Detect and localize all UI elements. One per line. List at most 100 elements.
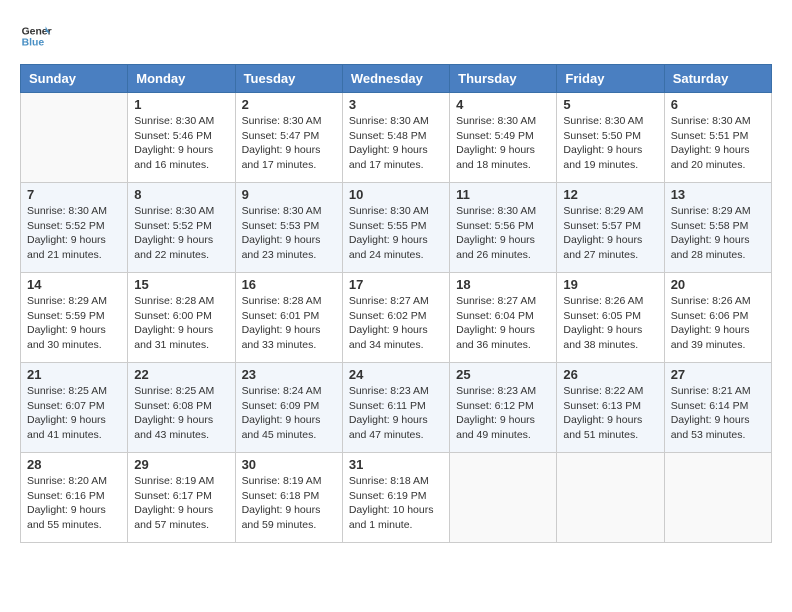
calendar-cell: 5Sunrise: 8:30 AM Sunset: 5:50 PM Daylig…	[557, 93, 664, 183]
calendar-cell: 6 Sunrise: 8:30 AM Sunset: 5:51 PM Daylig…	[664, 93, 771, 183]
calendar-cell: 10Sunrise: 8:30 AM Sunset: 5:55 PM Dayli…	[342, 183, 449, 273]
day-info: Sunrise: 8:30 AM Sunset: 5:53 PM Dayligh…	[242, 204, 336, 263]
calendar-cell: 26 Sunrise: 8:22 AM Sunset: 6:13 PM Dayli…	[557, 363, 664, 453]
day-info: Sunrise: 8:30 AM Sunset: 5:49 PM Dayligh…	[456, 114, 550, 173]
day-info: Sunrise: 8:25 AM Sunset: 6:07 PM Dayligh…	[27, 384, 121, 443]
day-info: Sunrise: 8:30 AM Sunset: 5:52 PM Dayligh…	[27, 204, 121, 263]
calendar-table: SundayMondayTuesdayWednesdayThursdayFrid…	[20, 64, 772, 543]
calendar-cell: 13 Sunrise: 8:29 AM Sunset: 5:58 PM Dayli…	[664, 183, 771, 273]
calendar-cell: 31 Sunrise: 8:18 AM Sunset: 6:19 PM Dayli…	[342, 453, 449, 543]
calendar-row: 7 Sunrise: 8:30 AM Sunset: 5:52 PM Daylig…	[21, 183, 772, 273]
calendar-cell: 9Sunrise: 8:30 AM Sunset: 5:53 PM Daylig…	[235, 183, 342, 273]
calendar-cell	[557, 453, 664, 543]
day-number: 15	[134, 277, 228, 292]
header-day: Saturday	[664, 65, 771, 93]
header-day: Monday	[128, 65, 235, 93]
day-info: Sunrise: 8:24 AM Sunset: 6:09 PM Dayligh…	[242, 384, 336, 443]
day-info: Sunrise: 8:29 AM Sunset: 5:57 PM Dayligh…	[563, 204, 657, 263]
calendar-cell: 18 Sunrise: 8:27 AM Sunset: 6:04 PM Dayli…	[450, 273, 557, 363]
day-info: Sunrise: 8:29 AM Sunset: 5:58 PM Dayligh…	[671, 204, 765, 263]
day-info: Sunrise: 8:18 AM Sunset: 6:19 PM Dayligh…	[349, 474, 443, 533]
calendar-cell: 11Sunrise: 8:30 AM Sunset: 5:56 PM Dayli…	[450, 183, 557, 273]
calendar-cell	[21, 93, 128, 183]
day-info: Sunrise: 8:30 AM Sunset: 5:50 PM Dayligh…	[563, 114, 657, 173]
calendar-cell: 21 Sunrise: 8:25 AM Sunset: 6:07 PM Dayli…	[21, 363, 128, 453]
day-number: 8	[134, 187, 228, 202]
calendar-cell: 7 Sunrise: 8:30 AM Sunset: 5:52 PM Daylig…	[21, 183, 128, 273]
day-number: 11	[456, 187, 550, 202]
day-number: 4	[456, 97, 550, 112]
calendar-cell: 16Sunrise: 8:28 AM Sunset: 6:01 PM Dayli…	[235, 273, 342, 363]
calendar-row: 21 Sunrise: 8:25 AM Sunset: 6:07 PM Dayli…	[21, 363, 772, 453]
calendar-row: 28 Sunrise: 8:20 AM Sunset: 6:16 PM Dayli…	[21, 453, 772, 543]
calendar-cell: 8 Sunrise: 8:30 AM Sunset: 5:52 PM Daylig…	[128, 183, 235, 273]
header-day: Tuesday	[235, 65, 342, 93]
day-number: 6	[671, 97, 765, 112]
header-day: Sunday	[21, 65, 128, 93]
day-info: Sunrise: 8:19 AM Sunset: 6:17 PM Dayligh…	[134, 474, 228, 533]
calendar-cell: 22Sunrise: 8:25 AM Sunset: 6:08 PM Dayli…	[128, 363, 235, 453]
calendar-cell: 4 Sunrise: 8:30 AM Sunset: 5:49 PM Daylig…	[450, 93, 557, 183]
day-info: Sunrise: 8:22 AM Sunset: 6:13 PM Dayligh…	[563, 384, 657, 443]
header-day: Thursday	[450, 65, 557, 93]
day-info: Sunrise: 8:30 AM Sunset: 5:46 PM Dayligh…	[134, 114, 228, 173]
calendar-cell: 25Sunrise: 8:23 AM Sunset: 6:12 PM Dayli…	[450, 363, 557, 453]
day-number: 29	[134, 457, 228, 472]
day-info: Sunrise: 8:26 AM Sunset: 6:06 PM Dayligh…	[671, 294, 765, 353]
svg-text:Blue: Blue	[22, 38, 45, 49]
calendar-cell: 24Sunrise: 8:23 AM Sunset: 6:11 PM Dayli…	[342, 363, 449, 453]
day-info: Sunrise: 8:27 AM Sunset: 6:04 PM Dayligh…	[456, 294, 550, 353]
day-number: 26	[563, 367, 657, 382]
day-number: 1	[134, 97, 228, 112]
calendar-cell: 3 Sunrise: 8:30 AM Sunset: 5:48 PM Daylig…	[342, 93, 449, 183]
calendar-cell: 23Sunrise: 8:24 AM Sunset: 6:09 PM Dayli…	[235, 363, 342, 453]
calendar-cell: 2 Sunrise: 8:30 AM Sunset: 5:47 PM Daylig…	[235, 93, 342, 183]
day-number: 14	[27, 277, 121, 292]
calendar-row: 14 Sunrise: 8:29 AM Sunset: 5:59 PM Dayli…	[21, 273, 772, 363]
day-info: Sunrise: 8:28 AM Sunset: 6:00 PM Dayligh…	[134, 294, 228, 353]
day-number: 17	[349, 277, 443, 292]
logo: General Blue	[20, 20, 52, 52]
calendar-cell: 20Sunrise: 8:26 AM Sunset: 6:06 PM Dayli…	[664, 273, 771, 363]
day-info: Sunrise: 8:30 AM Sunset: 5:52 PM Dayligh…	[134, 204, 228, 263]
day-number: 19	[563, 277, 657, 292]
page-header: General Blue	[20, 20, 772, 52]
day-number: 7	[27, 187, 121, 202]
calendar-cell: 17 Sunrise: 8:27 AM Sunset: 6:02 PM Dayli…	[342, 273, 449, 363]
day-number: 30	[242, 457, 336, 472]
day-number: 16	[242, 277, 336, 292]
day-number: 21	[27, 367, 121, 382]
day-number: 31	[349, 457, 443, 472]
calendar-row: 1 Sunrise: 8:30 AM Sunset: 5:46 PM Daylig…	[21, 93, 772, 183]
day-number: 3	[349, 97, 443, 112]
calendar-cell: 12 Sunrise: 8:29 AM Sunset: 5:57 PM Dayli…	[557, 183, 664, 273]
calendar-cell: 19 Sunrise: 8:26 AM Sunset: 6:05 PM Dayli…	[557, 273, 664, 363]
calendar-cell: 15 Sunrise: 8:28 AM Sunset: 6:00 PM Dayli…	[128, 273, 235, 363]
day-info: Sunrise: 8:30 AM Sunset: 5:47 PM Dayligh…	[242, 114, 336, 173]
day-info: Sunrise: 8:26 AM Sunset: 6:05 PM Dayligh…	[563, 294, 657, 353]
day-info: Sunrise: 8:21 AM Sunset: 6:14 PM Dayligh…	[671, 384, 765, 443]
header-day: Friday	[557, 65, 664, 93]
day-number: 13	[671, 187, 765, 202]
day-info: Sunrise: 8:30 AM Sunset: 5:51 PM Dayligh…	[671, 114, 765, 173]
header-row: SundayMondayTuesdayWednesdayThursdayFrid…	[21, 65, 772, 93]
day-number: 28	[27, 457, 121, 472]
calendar-cell: 28 Sunrise: 8:20 AM Sunset: 6:16 PM Dayli…	[21, 453, 128, 543]
day-number: 18	[456, 277, 550, 292]
calendar-cell: 29 Sunrise: 8:19 AM Sunset: 6:17 PM Dayli…	[128, 453, 235, 543]
day-info: Sunrise: 8:29 AM Sunset: 5:59 PM Dayligh…	[27, 294, 121, 353]
day-info: Sunrise: 8:19 AM Sunset: 6:18 PM Dayligh…	[242, 474, 336, 533]
calendar-cell: 27 Sunrise: 8:21 AM Sunset: 6:14 PM Dayli…	[664, 363, 771, 453]
header-day: Wednesday	[342, 65, 449, 93]
day-info: Sunrise: 8:20 AM Sunset: 6:16 PM Dayligh…	[27, 474, 121, 533]
day-number: 12	[563, 187, 657, 202]
day-info: Sunrise: 8:30 AM Sunset: 5:48 PM Dayligh…	[349, 114, 443, 173]
logo-icon: General Blue	[20, 20, 52, 52]
day-info: Sunrise: 8:23 AM Sunset: 6:12 PM Dayligh…	[456, 384, 550, 443]
calendar-cell: 1 Sunrise: 8:30 AM Sunset: 5:46 PM Daylig…	[128, 93, 235, 183]
day-number: 27	[671, 367, 765, 382]
calendar-cell: 14 Sunrise: 8:29 AM Sunset: 5:59 PM Dayli…	[21, 273, 128, 363]
day-info: Sunrise: 8:27 AM Sunset: 6:02 PM Dayligh…	[349, 294, 443, 353]
day-info: Sunrise: 8:30 AM Sunset: 5:55 PM Dayligh…	[349, 204, 443, 263]
day-number: 2	[242, 97, 336, 112]
